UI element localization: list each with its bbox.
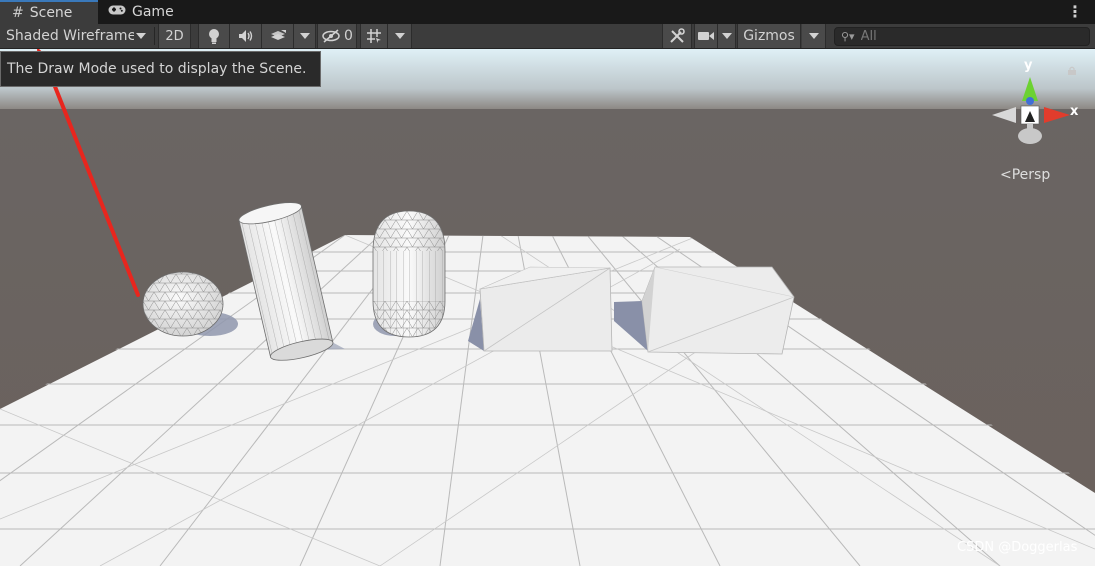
gizmos-button[interactable]: Gizmos	[737, 24, 801, 48]
tab-game[interactable]: Game	[108, 0, 188, 24]
scene-viewport[interactable]: y x	[0, 49, 1095, 566]
scene-window: # Scene Game ⋮ Shaded Wireframe 2D 0 Giz…	[0, 0, 1095, 566]
audio-toggle-button[interactable]	[230, 24, 262, 48]
grid-dropdown[interactable]	[388, 24, 412, 48]
projection-label: Persp	[1011, 167, 1051, 183]
speaker-icon	[238, 30, 252, 42]
lightbulb-icon	[209, 29, 219, 44]
grid-snap-icon	[367, 29, 381, 43]
gamepad-icon	[108, 4, 126, 20]
layers-icon	[270, 30, 286, 40]
gizmos-dropdown[interactable]	[802, 24, 826, 48]
chevron-down-icon	[808, 33, 819, 39]
effects-toggle-button[interactable]	[262, 24, 294, 48]
2d-toggle-label: 2D	[165, 28, 184, 44]
tooltip-text: The Draw Mode used to display the Scene.	[7, 61, 307, 77]
search-icon: ⚲▾	[841, 30, 855, 43]
scene-toolbar: Shaded Wireframe 2D 0 Gizmos ⚲▾ All	[0, 24, 1095, 49]
scene-render	[0, 49, 1095, 566]
divider	[154, 27, 155, 45]
tools-button[interactable]	[662, 24, 692, 48]
draw-mode-dropdown[interactable]: Shaded Wireframe	[0, 24, 152, 48]
grid-toggle-button[interactable]	[360, 24, 388, 48]
more-menu-icon[interactable]: ⋮	[1067, 2, 1083, 21]
gizmo-y-label: y	[1024, 58, 1033, 73]
tab-game-label: Game	[132, 4, 174, 20]
2d-toggle-button[interactable]: 2D	[158, 24, 191, 48]
persp-icon: <	[1000, 167, 1012, 183]
projection-toggle[interactable]: <Persp	[1000, 167, 1050, 183]
effects-dropdown[interactable]	[294, 24, 316, 48]
hidden-count: 0	[344, 28, 353, 44]
watermark: CSDN @Doggerlas	[957, 540, 1078, 555]
hierarchy-search[interactable]: ⚲▾	[834, 27, 1090, 46]
tab-scene[interactable]: # Scene	[0, 0, 98, 24]
camera-icon	[698, 32, 714, 40]
grid-icon: #	[12, 5, 24, 21]
draw-mode-label: Shaded Wireframe	[6, 28, 134, 44]
hidden-objects-toggle[interactable]: 0	[317, 24, 357, 48]
tab-scene-label: Scene	[29, 5, 73, 21]
tab-bar: # Scene Game ⋮	[0, 0, 1095, 24]
camera-dropdown[interactable]	[718, 24, 736, 48]
gizmos-label: Gizmos	[743, 28, 795, 44]
eye-slash-icon	[322, 29, 340, 43]
chevron-down-icon	[394, 33, 405, 39]
chevron-down-icon	[136, 33, 146, 39]
camera-settings-button[interactable]	[694, 24, 718, 48]
gizmo-x-label: x	[1070, 104, 1079, 119]
chevron-down-icon	[721, 33, 732, 39]
lighting-toggle-button[interactable]	[198, 24, 230, 48]
draw-mode-tooltip: The Draw Mode used to display the Scene.	[0, 51, 321, 87]
tools-icon	[670, 28, 685, 43]
lock-icon[interactable]	[1067, 66, 1077, 75]
search-input[interactable]	[860, 29, 1081, 44]
chevron-down-icon	[299, 33, 310, 39]
